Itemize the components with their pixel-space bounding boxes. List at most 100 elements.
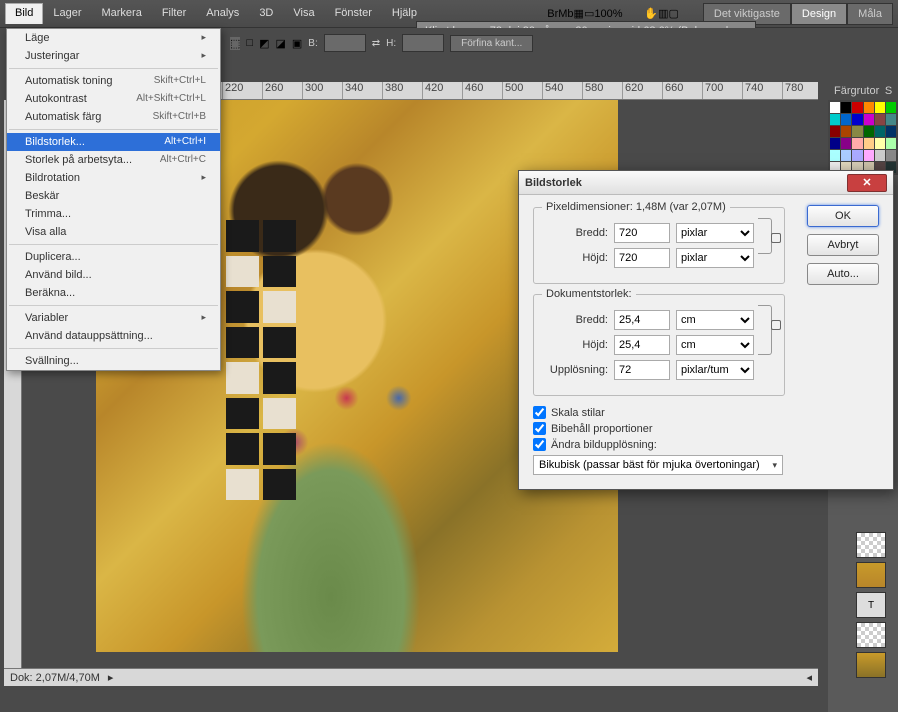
chevron-right-icon[interactable]: ▸ (108, 671, 114, 684)
px-height-input[interactable] (614, 248, 670, 268)
swatch[interactable] (886, 102, 896, 113)
menu-item[interactable]: Automatisk färgSkift+Ctrl+B (7, 108, 220, 126)
menu-fönster[interactable]: Fönster (325, 3, 382, 24)
width-input[interactable] (324, 34, 366, 52)
menu-lager[interactable]: Lager (43, 3, 91, 24)
swatch[interactable] (841, 114, 851, 125)
swatch[interactable] (875, 126, 885, 137)
screenmode-icon[interactable]: ▢ (668, 7, 678, 20)
menu-item[interactable]: Beskär (7, 187, 220, 205)
swatch[interactable] (852, 150, 862, 161)
swatch[interactable] (875, 102, 885, 113)
doc-height-input[interactable] (614, 335, 670, 355)
swatch[interactable] (886, 138, 896, 149)
px-width-input[interactable] (614, 223, 670, 243)
mode-icon[interactable]: ▣ (292, 37, 302, 50)
resolution-input[interactable] (614, 360, 670, 380)
menu-bild[interactable]: Bild (5, 3, 43, 24)
menu-3d[interactable]: 3D (249, 3, 283, 24)
styles-tab-letter[interactable]: S (885, 85, 892, 97)
menu-markera[interactable]: Markera (91, 3, 151, 24)
menu-item[interactable]: Variabler (7, 309, 220, 327)
menu-item[interactable]: AutokontrastAlt+Skift+Ctrl+L (7, 90, 220, 108)
marquee-icon[interactable]: ⬚ (230, 37, 240, 50)
layer-thumb[interactable]: T (856, 592, 886, 618)
auto-button[interactable]: Auto... (807, 263, 879, 285)
design-button[interactable]: Design (791, 3, 847, 25)
swatch[interactable] (841, 150, 851, 161)
px-height-unit[interactable]: pixlar (676, 248, 754, 268)
swatch[interactable] (852, 126, 862, 137)
menu-item[interactable]: Justeringar (7, 47, 220, 65)
menu-item[interactable]: Läge (7, 29, 220, 47)
menu-filter[interactable]: Filter (152, 3, 196, 24)
paint-button[interactable]: Måla (847, 3, 893, 25)
swatch[interactable] (864, 102, 874, 113)
resolution-unit[interactable]: pixlar/tum (676, 360, 754, 380)
menu-item[interactable]: Svällning... (7, 352, 220, 370)
swatch[interactable] (841, 102, 851, 113)
toolbar-icon[interactable]: Mb (558, 8, 573, 20)
resample-checkbox[interactable] (533, 438, 546, 451)
mode-icon[interactable]: ◩ (259, 37, 269, 50)
link-icon[interactable] (758, 305, 772, 355)
mode-icon[interactable]: □ (246, 37, 253, 49)
mode-icon[interactable]: ◪ (275, 37, 285, 50)
swatch[interactable] (875, 138, 885, 149)
swatch[interactable] (875, 150, 885, 161)
menu-item[interactable]: Bildrotation (7, 169, 220, 187)
swatch[interactable] (864, 114, 874, 125)
resample-method-select[interactable]: Bikubisk (passar bäst för mjuka övertoni… (533, 455, 783, 475)
swatch[interactable] (886, 114, 896, 125)
menu-item[interactable]: Automatisk toningSkift+Ctrl+L (7, 72, 220, 90)
menu-item[interactable]: Storlek på arbetsyta...Alt+Ctrl+C (7, 151, 220, 169)
swatch[interactable] (864, 138, 874, 149)
layer-thumb[interactable] (856, 562, 886, 588)
menu-item[interactable]: Använd datauppsättning... (7, 327, 220, 345)
swatches-tab[interactable]: Färgrutor (834, 85, 879, 97)
menu-item[interactable]: Duplicera... (7, 248, 220, 266)
menu-item[interactable]: Visa alla (7, 223, 220, 241)
swatch[interactable] (886, 150, 896, 161)
swatch[interactable] (841, 126, 851, 137)
toolbar-icon[interactable]: Br (547, 8, 558, 20)
menu-item[interactable]: Använd bild... (7, 266, 220, 284)
cancel-button[interactable]: Avbryt (807, 234, 879, 256)
swatch[interactable] (875, 114, 885, 125)
swatch[interactable] (830, 150, 840, 161)
constrain-checkbox[interactable] (533, 422, 546, 435)
link-icon[interactable] (758, 218, 772, 254)
swatch[interactable] (841, 138, 851, 149)
swatch[interactable] (852, 102, 862, 113)
scale-styles-checkbox[interactable] (533, 406, 546, 419)
swatch[interactable] (886, 126, 896, 137)
swatch[interactable] (852, 114, 862, 125)
ok-button[interactable]: OK (807, 205, 879, 227)
px-width-unit[interactable]: pixlar (676, 223, 754, 243)
doc-width-input[interactable] (614, 310, 670, 330)
doc-height-unit[interactable]: cm (676, 335, 754, 355)
swatch[interactable] (830, 102, 840, 113)
viewmode-icon[interactable]: ▥ (658, 7, 668, 20)
swatch[interactable] (864, 126, 874, 137)
layer-thumb[interactable] (856, 532, 886, 558)
menu-visa[interactable]: Visa (283, 3, 324, 24)
refine-edge-button[interactable]: Förfina kant... (450, 35, 533, 52)
scroll-arrow-icon[interactable]: ◂ (806, 671, 812, 684)
toolbar-icon[interactable]: ▭ (584, 7, 594, 20)
doc-width-unit[interactable]: cm (676, 310, 754, 330)
layer-thumb[interactable] (856, 652, 886, 678)
dialog-titlebar[interactable]: Bildstorlek ✕ (519, 171, 893, 195)
menu-item[interactable]: Trimma... (7, 205, 220, 223)
swatch[interactable] (830, 114, 840, 125)
swatch[interactable] (830, 138, 840, 149)
swatch[interactable] (852, 138, 862, 149)
layer-thumb[interactable] (856, 622, 886, 648)
hand-tool-icon[interactable]: ✋ (644, 7, 658, 20)
menu-item[interactable]: Beräkna... (7, 284, 220, 302)
zoom-display[interactable]: 100% (594, 8, 644, 20)
close-icon[interactable]: ✕ (847, 174, 887, 192)
swatch[interactable] (864, 150, 874, 161)
toolbar-icon[interactable]: ▦ (574, 7, 584, 20)
menu-analys[interactable]: Analys (196, 3, 249, 24)
